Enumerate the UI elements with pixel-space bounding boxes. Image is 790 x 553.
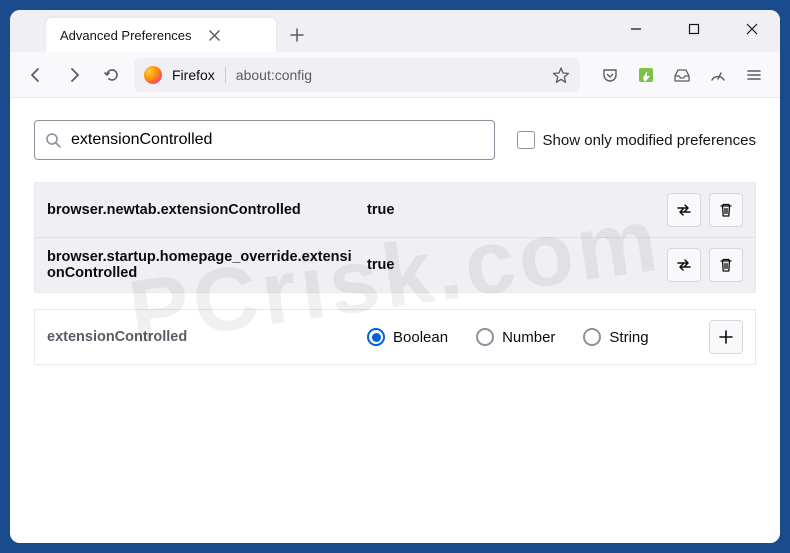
nav-toolbar: Firefox about:config (10, 52, 780, 98)
checkbox-icon (517, 131, 535, 149)
type-number[interactable]: Number (476, 328, 555, 346)
search-box[interactable] (34, 120, 495, 160)
radio-label: Boolean (393, 329, 448, 346)
maximize-icon (688, 23, 700, 35)
downloads-button[interactable] (702, 59, 734, 91)
pocket-button[interactable] (594, 59, 626, 91)
add-pref-button[interactable] (709, 320, 743, 354)
window-controls (616, 14, 772, 44)
reload-button[interactable] (96, 59, 128, 91)
extension-icon (637, 66, 655, 84)
tab-title: Advanced Preferences (60, 28, 192, 43)
minimize-button[interactable] (616, 14, 656, 44)
config-content: Show only modified preferences browser.n… (10, 98, 780, 543)
gauge-icon (709, 66, 727, 84)
radio-label: String (609, 329, 648, 346)
search-row: Show only modified preferences (34, 120, 756, 160)
arrow-right-icon (65, 66, 83, 84)
prefs-list: browser.newtab.extensionControlled true … (34, 182, 756, 293)
search-icon (45, 132, 61, 148)
url-brand: Firefox (172, 67, 226, 83)
toggle-button[interactable] (667, 248, 701, 282)
extension-button[interactable] (630, 59, 662, 91)
close-icon (746, 23, 758, 35)
url-text: about:config (236, 67, 312, 83)
trash-icon (718, 202, 734, 218)
radio-icon (367, 328, 385, 346)
tab-strip: Advanced Preferences (10, 10, 780, 52)
new-tab-button[interactable] (282, 20, 312, 50)
pocket-icon (601, 66, 619, 84)
inbox-icon (673, 66, 691, 84)
pref-value: true (367, 202, 657, 218)
new-pref-row: extensionControlled Boolean Number Strin… (34, 309, 756, 365)
pref-row: browser.startup.homepage_override.extens… (35, 237, 755, 292)
maximize-button[interactable] (674, 14, 714, 44)
back-button[interactable] (20, 59, 52, 91)
pref-name: browser.newtab.extensionControlled (47, 202, 357, 218)
modified-only-toggle[interactable]: Show only modified preferences (517, 131, 756, 149)
pref-value: true (367, 257, 657, 273)
firefox-logo-icon (144, 66, 162, 84)
close-icon (209, 30, 220, 41)
toggle-icon (675, 256, 693, 274)
radio-label: Number (502, 329, 555, 346)
plus-icon (290, 28, 304, 42)
toolbar-right (594, 59, 770, 91)
pref-row: browser.newtab.extensionControlled true (35, 183, 755, 237)
browser-window: Advanced Preferences (10, 10, 780, 543)
delete-button[interactable] (709, 193, 743, 227)
forward-button[interactable] (58, 59, 90, 91)
bookmark-button[interactable] (552, 66, 570, 84)
hamburger-icon (745, 66, 763, 84)
close-tab-button[interactable] (206, 26, 224, 44)
toggle-icon (675, 201, 693, 219)
type-radio-group: Boolean Number String (367, 328, 699, 346)
minimize-icon (630, 23, 642, 35)
toggle-button[interactable] (667, 193, 701, 227)
type-string[interactable]: String (583, 328, 648, 346)
radio-icon (583, 328, 601, 346)
pref-actions (667, 193, 743, 227)
delete-button[interactable] (709, 248, 743, 282)
url-bar[interactable]: Firefox about:config (134, 58, 580, 92)
search-input[interactable] (71, 131, 484, 149)
app-menu-button[interactable] (738, 59, 770, 91)
pref-name: browser.startup.homepage_override.extens… (47, 249, 357, 281)
arrow-left-icon (27, 66, 45, 84)
trash-icon (718, 257, 734, 273)
account-button[interactable] (666, 59, 698, 91)
plus-icon (718, 329, 734, 345)
tab-active[interactable]: Advanced Preferences (46, 18, 276, 52)
new-pref-name: extensionControlled (47, 329, 357, 345)
type-boolean[interactable]: Boolean (367, 328, 448, 346)
radio-icon (476, 328, 494, 346)
pref-actions (667, 248, 743, 282)
star-icon (552, 66, 570, 84)
close-window-button[interactable] (732, 14, 772, 44)
reload-icon (103, 66, 121, 84)
modified-only-label: Show only modified preferences (543, 132, 756, 149)
